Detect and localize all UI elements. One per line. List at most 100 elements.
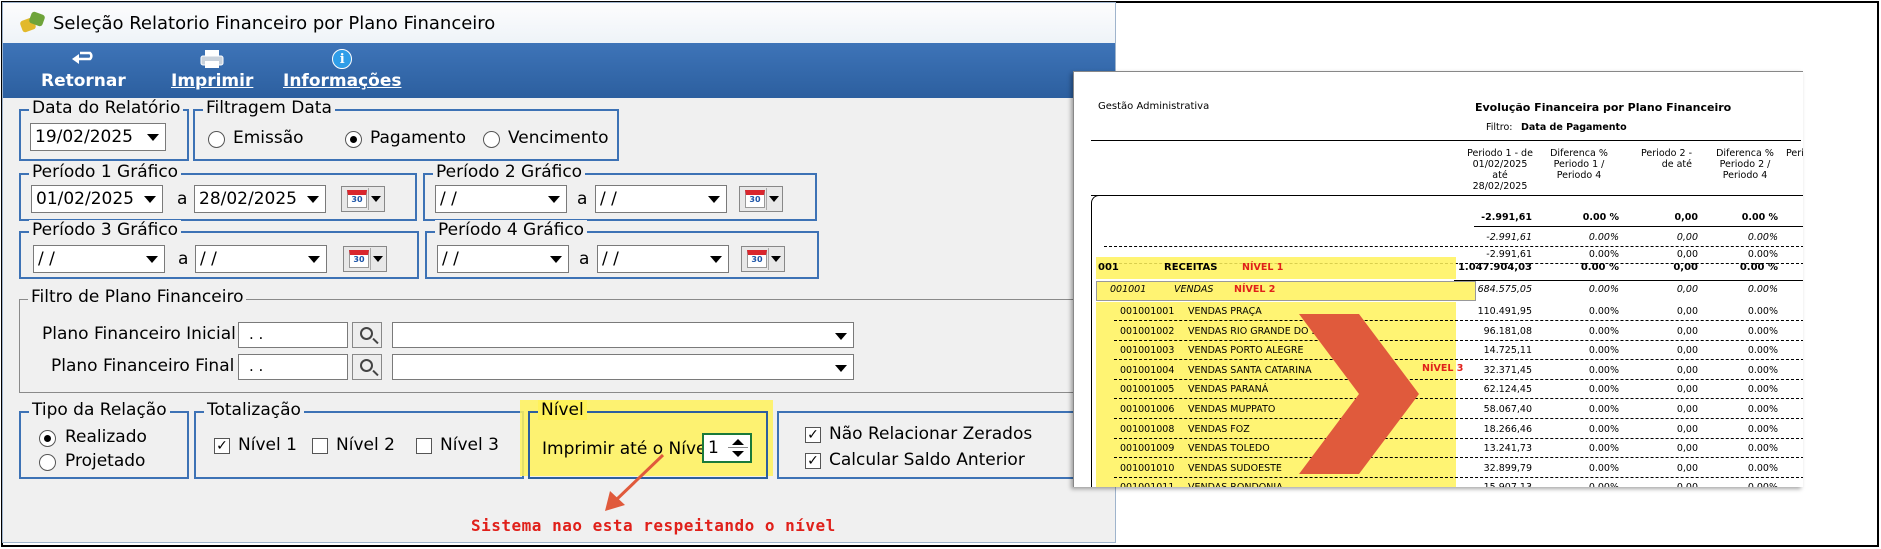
detail-v1: 32.371,45 (1483, 364, 1532, 376)
level2-v4: 0.00% (1747, 284, 1778, 295)
report-company: Gestão Administrativa (1098, 101, 1210, 112)
chevron-down-icon (368, 188, 382, 210)
calendar-icon: 30 (745, 190, 765, 208)
plano-inicial-label: Plano Financeiro Inicial (42, 324, 236, 344)
detail-v1: 15.907,13 (1452, 482, 1532, 487)
periodo4-start-value: / / (442, 249, 459, 269)
detail-desc: VENDAS SANTA CATARINA (1188, 364, 1312, 376)
level2-row: 001001 VENDAS 684.575,05 0.00% 0,00 0.00… (1074, 280, 1803, 300)
nivel2-checkbox[interactable] (312, 438, 328, 454)
detail-v4: 0.00% (1747, 345, 1778, 357)
periodo3-legend: Período 3 Gráfico (29, 220, 182, 240)
periodo2-legend: Período 2 Gráfico (433, 162, 586, 182)
filtragem-data-group: Filtragem Data Emissão Pagamento Vencime… (193, 98, 619, 161)
periodo1-legend: Período 1 Gráfico (29, 162, 182, 182)
totalizacao-legend: Totalização (204, 400, 304, 420)
periodo4-legend: Período 4 Gráfico (435, 220, 588, 240)
periodo4-calendar-button[interactable]: 30 (741, 246, 785, 272)
window-title: Seleção Relatorio Financeiro por Plano F… (53, 12, 496, 34)
detail-code: 001001001 (1120, 306, 1175, 317)
detail-code: 001001003 (1120, 345, 1175, 357)
tipo-relacao-legend: Tipo da Relação (29, 400, 170, 420)
detail-desc: VENDAS MUPPATO (1188, 404, 1276, 415)
printer-icon (199, 47, 225, 71)
summary-row: -2.991,61 0.00 % 0,00 0.00 % (1074, 208, 1803, 228)
periodo1-group: Período 1 Gráfico 01/02/2025 a 28/02/202… (19, 162, 417, 221)
chevron-right-icon (1299, 314, 1419, 474)
detail-v2: 0.00% (1588, 443, 1619, 455)
periodo3-start-select[interactable]: / / (33, 245, 165, 273)
periodo1-calendar-button[interactable]: 30 (341, 186, 385, 212)
periodo4-end-value: / / (602, 249, 619, 269)
title-bar: Seleção Relatorio Financeiro por Plano F… (3, 3, 1115, 43)
realizado-label: Realizado (65, 427, 147, 447)
level1-row: 001 RECEITAS 1.047.904,03 0.00 % 0,00 0.… (1074, 258, 1803, 278)
periodo3-sep: a (178, 249, 189, 269)
periodo3-end-select[interactable]: / / (195, 245, 327, 273)
chevron-down-icon (710, 256, 722, 263)
data-relatorio-group: Data do Relatório 19/02/2025 (19, 98, 189, 161)
chevron-down-icon (370, 248, 384, 270)
detail-row: 001001001 VENDAS PRAÇA 110.491,95 0.00% 0,00… (1074, 302, 1803, 322)
pagamento-radio[interactable] (345, 131, 362, 148)
periodo2-start-select[interactable]: / / (435, 185, 567, 213)
plano-inicial-search-button[interactable] (352, 322, 382, 348)
row-underline (1474, 226, 1803, 227)
retornar-button[interactable]: Retornar (41, 47, 126, 91)
periodo1-end-value: 28/02/2025 (199, 189, 297, 209)
summary-v1: -2.991,61 (1481, 212, 1532, 223)
nivel3-checkbox[interactable] (416, 438, 432, 454)
periodo4-sep: a (579, 249, 590, 269)
data-relatorio-select[interactable]: 19/02/2025 (30, 123, 166, 151)
detail-v3: 0,00 (1676, 384, 1698, 396)
spinner-down-icon[interactable] (728, 449, 748, 460)
detail-row: 001001010 VENDAS SUDOESTE 32.899,79 0.00% 0,… (1074, 459, 1803, 479)
plano-final-input[interactable]: . . (238, 354, 348, 380)
level2-code: 001001 (1110, 284, 1147, 295)
detail-v3: 0,00 (1676, 345, 1698, 357)
detail-v1: 62.124,45 (1483, 384, 1532, 396)
detail-row: 001001009 VENDAS TOLEDO 13.241,73 0.00% 0,00… (1074, 439, 1803, 459)
annotation-arrow-icon (605, 453, 665, 511)
periodo2-calendar-button[interactable]: 30 (739, 186, 783, 212)
periodo2-group: Período 2 Gráfico / / a / / 30 (423, 162, 817, 221)
detail-v2: 0.00% (1588, 345, 1619, 357)
spinner-up-icon[interactable] (728, 437, 748, 448)
emissao-radio[interactable] (208, 131, 225, 148)
calendar-icon: 30 (747, 250, 767, 268)
plano-inicial-select[interactable] (392, 322, 854, 348)
periodo3-calendar-button[interactable]: 30 (343, 246, 387, 272)
detail-v4: 0.00% (1747, 364, 1778, 376)
periodo1-start-value: 01/02/2025 (36, 189, 134, 209)
periodo1-end-select[interactable]: 28/02/2025 (194, 185, 326, 213)
informacoes-button[interactable]: i Informações (283, 47, 401, 91)
chevron-down-icon (835, 333, 847, 340)
calcular-saldo-anterior-checkbox[interactable]: ✓ (805, 453, 821, 469)
plano-final-search-button[interactable] (352, 354, 382, 380)
vencimento-label: Vencimento (508, 128, 609, 148)
plano-final-select[interactable] (392, 354, 854, 380)
periodo1-start-select[interactable]: 01/02/2025 (31, 185, 163, 213)
header-periodo3: Peri (1786, 148, 1803, 159)
plano-inicial-input[interactable]: . . (238, 322, 348, 348)
nivel-spinner[interactable]: 1 (702, 433, 752, 463)
vencimento-radio[interactable] (483, 131, 500, 148)
level1-v4: 0.00 % (1739, 262, 1778, 273)
nivel1-checkbox[interactable]: ✓ (214, 438, 230, 454)
detail-v1: 32.899,79 (1483, 462, 1532, 474)
nivel3-label: Nível 3 (440, 435, 499, 455)
periodo4-end-select[interactable]: / / (597, 245, 729, 273)
nao-relacionar-zerados-checkbox[interactable]: ✓ (805, 427, 821, 443)
periodo2-end-select[interactable]: / / (595, 185, 727, 213)
level2-v2: 0.00% (1588, 284, 1619, 295)
projetado-radio[interactable] (39, 454, 56, 471)
imprimir-button[interactable]: Imprimir (171, 47, 253, 91)
chevron-down-icon (768, 248, 782, 270)
realizado-radio[interactable] (39, 430, 56, 447)
detail-v4: 0.00% (1736, 482, 1778, 487)
periodo4-start-select[interactable]: / / (437, 245, 569, 273)
toolbar: Retornar Imprimir i Informações (3, 43, 1115, 98)
header-diferenca1: Diferenca % Periodo 1 / Periodo 4 (1550, 148, 1608, 181)
detail-code: 001001005 (1120, 384, 1175, 396)
detail-code: 001001009 (1120, 443, 1175, 455)
